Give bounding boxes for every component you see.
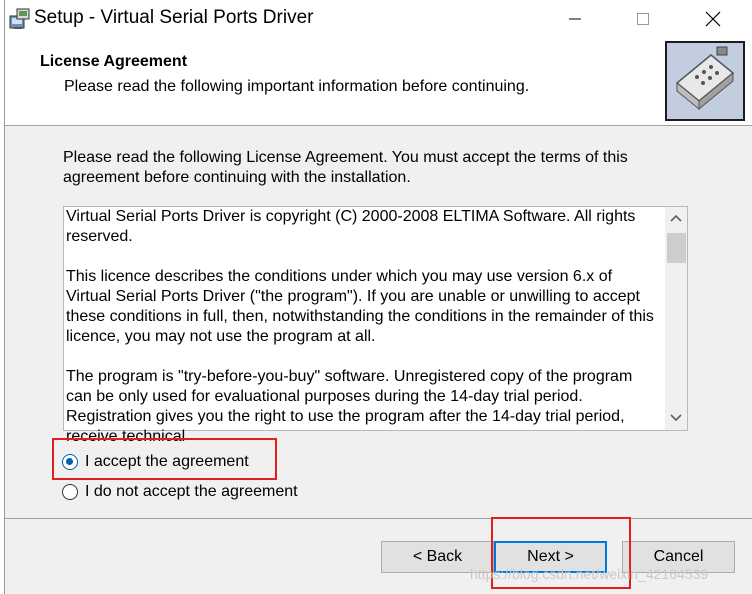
license-text: Virtual Serial Ports Driver is copyright… [66, 207, 661, 467]
chevron-down-icon [670, 414, 682, 422]
accept-highlight-box [52, 438, 277, 480]
page-title: License Agreement [40, 53, 188, 70]
maximize-icon [637, 13, 649, 25]
decline-agreement-option[interactable]: I do not accept the agreement [62, 483, 298, 501]
scroll-thumb[interactable] [667, 233, 686, 263]
license-instructions: Please read the following License Agreem… [63, 149, 628, 186]
serial-connector-icon [665, 41, 745, 121]
page-subtitle: Please read the following important info… [64, 78, 530, 95]
watermark-text: https://blog.csdn.net/weixin_42164539 [470, 566, 709, 582]
license-paragraph: Virtual Serial Ports Driver is copyright… [66, 208, 636, 245]
license-text-box[interactable]: Virtual Serial Ports Driver is copyright… [63, 206, 688, 445]
minimize-button[interactable] [552, 0, 598, 38]
scroll-down-button[interactable] [665, 407, 687, 429]
setup-app-icon [8, 7, 32, 31]
footer-divider [5, 518, 752, 519]
vertical-scrollbar[interactable] [665, 207, 687, 430]
window-title: Setup - Virtual Serial Ports Driver [34, 7, 314, 28]
scroll-up-button[interactable] [665, 207, 687, 229]
decline-radio[interactable] [62, 484, 78, 500]
minimize-icon [569, 18, 581, 20]
maximize-button[interactable] [620, 0, 666, 38]
decline-label: I do not accept the agreement [85, 483, 298, 500]
close-button[interactable] [690, 0, 736, 38]
license-paragraph: The program is "try-before-you-buy" soft… [66, 368, 633, 445]
chevron-up-icon [670, 214, 682, 222]
close-icon [705, 11, 721, 27]
license-paragraph: This licence describes the conditions un… [66, 268, 654, 345]
